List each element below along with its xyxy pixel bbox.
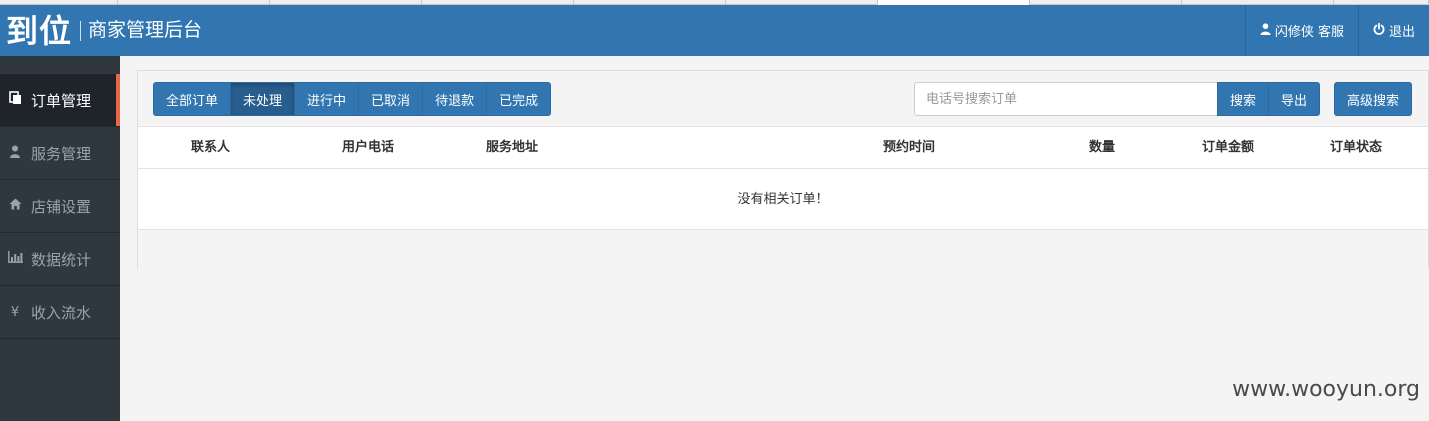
yen-icon: ¥: [10, 304, 20, 320]
sidebar-item-label: 数据统计: [31, 250, 92, 269]
power-icon: [1373, 22, 1385, 38]
column-header-appointment-time: 预约时间: [883, 140, 936, 155]
filter-completed-button[interactable]: 已完成: [486, 82, 552, 116]
filter-unprocessed-button[interactable]: 未处理: [230, 82, 296, 116]
order-filter-group: 全部订单 未处理 进行中 已取消 待退款 已完成: [153, 82, 552, 116]
user-label: 闪修侠 客服: [1274, 25, 1344, 40]
top-navbar: 到位 商家管理后台 闪修侠 客服 退出: [0, 5, 1429, 56]
column-header-amount: 订单金额: [1202, 140, 1255, 155]
sidebar-item-label: 收入流水: [31, 303, 92, 322]
filter-in-progress-button[interactable]: 进行中: [294, 82, 360, 116]
orders-icon: [7, 91, 23, 109]
user-service-icon: [7, 145, 23, 162]
filter-all-orders-button[interactable]: 全部订单: [153, 82, 232, 116]
empty-table-message: 没有相关订单！: [138, 169, 1428, 230]
sidebar-item-label: 订单管理: [31, 91, 92, 110]
brand-subtitle: 商家管理后台: [88, 19, 203, 41]
top-right-nav: 闪修侠 客服 退出: [1244, 5, 1429, 56]
logout-label: 退出: [1388, 25, 1415, 40]
user-icon: [1260, 23, 1271, 38]
sidebar-item-services[interactable]: 服务管理: [0, 127, 120, 180]
logout-button[interactable]: 退出: [1357, 5, 1429, 56]
column-header-phone: 用户电话: [342, 140, 395, 155]
sidebar-item-income[interactable]: ¥ 收入流水: [0, 286, 120, 339]
sidebar-top-fill: [0, 56, 120, 74]
brand[interactable]: 到位 商家管理后台: [0, 5, 202, 56]
search-button[interactable]: 搜索: [1217, 82, 1270, 116]
orders-panel: 全部订单 未处理 进行中 已取消 待退款 已完成 搜索 导出 高级搜索 联系人 …: [137, 70, 1429, 270]
sidebar: 订单管理 服务管理 店铺设置 数据统计 ¥ 收入流水: [0, 74, 120, 421]
user-menu[interactable]: 闪修侠 客服: [1244, 5, 1358, 56]
filter-cancelled-button[interactable]: 已取消: [358, 82, 424, 116]
home-icon: [7, 198, 23, 214]
column-header-quantity: 数量: [1089, 140, 1116, 155]
orders-toolbar: 全部订单 未处理 进行中 已取消 待退款 已完成 搜索 导出 高级搜索: [138, 71, 1428, 127]
filter-pending-refund-button[interactable]: 待退款: [422, 82, 488, 116]
bar-chart-icon: [7, 251, 23, 267]
column-header-address: 服务地址: [486, 140, 539, 155]
brand-logo: 到位: [6, 11, 73, 50]
sidebar-item-statistics[interactable]: 数据统计: [0, 233, 120, 286]
brand-divider: [80, 20, 82, 41]
watermark: www.wooyun.org: [1232, 377, 1420, 402]
sidebar-item-label: 店铺设置: [31, 197, 92, 216]
table-footer: [138, 230, 1428, 270]
export-button[interactable]: 导出: [1268, 82, 1321, 116]
column-header-contact: 联系人: [191, 140, 231, 155]
phone-search-input[interactable]: [914, 82, 1218, 116]
search-group: 搜索 导出: [914, 82, 1321, 116]
table-header: 联系人 用户电话 服务地址 预约时间 数量 订单金额 订单状态: [138, 127, 1428, 169]
advanced-search-button[interactable]: 高级搜索: [1334, 82, 1413, 116]
sidebar-item-orders[interactable]: 订单管理: [0, 74, 120, 127]
column-header-status: 订单状态: [1330, 140, 1383, 155]
sidebar-item-shop-settings[interactable]: 店铺设置: [0, 180, 120, 233]
sidebar-item-label: 服务管理: [31, 144, 92, 163]
